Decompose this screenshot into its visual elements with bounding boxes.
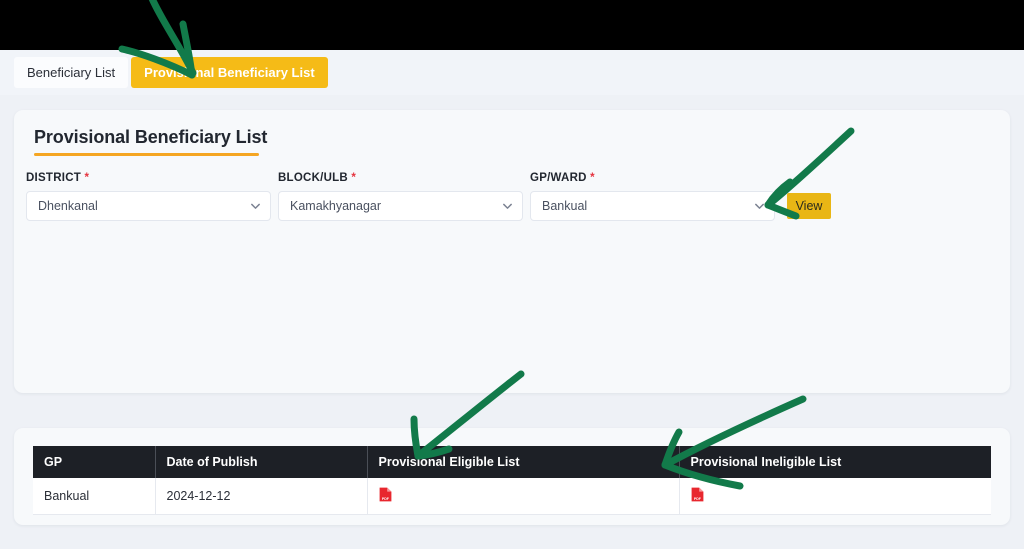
pdf-file-icon: PDF — [379, 487, 391, 502]
chevron-down-icon — [503, 203, 512, 209]
field-district-label: DISTRICT * — [26, 172, 90, 184]
table-head: GP Date of Publish Provisional Eligible … — [33, 446, 991, 478]
block-ulb-select[interactable]: Kamakhyanagar — [278, 191, 523, 221]
tab-provisional-beneficiary-list[interactable]: Provisional Beneficiary List — [131, 57, 328, 88]
cell-date-of-publish: 2024-12-12 — [155, 478, 368, 515]
block-ulb-select-value: Kamakhyanagar — [290, 199, 382, 213]
table-header-row: GP Date of Publish Provisional Eligible … — [33, 446, 991, 478]
provisional-beneficiary-form-card: Provisional Beneficiary List DISTRICT * … — [14, 110, 1010, 393]
view-button[interactable]: View — [787, 193, 831, 219]
cell-eligible-list: PDF — [367, 478, 680, 515]
svg-text:PDF: PDF — [693, 497, 701, 501]
page-title: Provisional Beneficiary List — [34, 127, 268, 147]
field-block-ulb-label: BLOCK/ULB * — [278, 172, 357, 184]
col-header-provisional-eligible-list: Provisional Eligible List — [367, 446, 680, 478]
pdf-icon-eligible-list[interactable]: PDF — [379, 487, 392, 502]
pdf-icon-ineligible-list[interactable]: PDF — [691, 487, 704, 502]
col-header-provisional-ineligible-list: Provisional Ineligible List — [679, 446, 991, 478]
district-select[interactable]: Dhenkanal — [26, 191, 271, 221]
col-header-gp: GP — [33, 446, 156, 478]
table-row: Bankual 2024-12-12 PDF PDF — [33, 478, 991, 515]
pdf-file-icon: PDF — [691, 487, 703, 502]
required-marker: * — [84, 172, 90, 184]
provisional-list-table: GP Date of Publish Provisional Eligible … — [33, 446, 991, 515]
chevron-down-icon — [755, 203, 764, 209]
cell-ineligible-list: PDF — [679, 478, 991, 515]
title-underline-rule — [34, 153, 259, 156]
field-gp-ward-label: GP/WARD * — [530, 172, 595, 184]
field-gp-ward: GP/WARD * Bankual — [530, 172, 775, 221]
field-district: DISTRICT * Dhenkanal — [26, 172, 271, 221]
field-block-ulb: BLOCK/ULB * Kamakhyanagar — [278, 172, 523, 221]
filter-form-row: DISTRICT * Dhenkanal BLOCK/ULB * Kamakhy… — [26, 172, 831, 221]
tab-strip: Beneficiary List Provisional Beneficiary… — [0, 50, 1024, 95]
gp-ward-select-value: Bankual — [542, 199, 588, 213]
cell-gp: Bankual — [33, 478, 156, 515]
tab-beneficiary-list-label: Beneficiary List — [27, 65, 116, 80]
required-marker: * — [351, 172, 357, 184]
col-header-date-of-publish: Date of Publish — [155, 446, 368, 478]
tab-provisional-beneficiary-list-label: Provisional Beneficiary List — [144, 65, 315, 80]
required-marker: * — [590, 172, 595, 184]
top-black-bar — [0, 0, 1024, 50]
results-table-wrapper: GP Date of Publish Provisional Eligible … — [33, 446, 991, 515]
district-select-value: Dhenkanal — [38, 199, 98, 213]
tab-beneficiary-list[interactable]: Beneficiary List — [14, 57, 129, 88]
gp-ward-select[interactable]: Bankual — [530, 191, 775, 221]
chevron-down-icon — [251, 203, 260, 209]
svg-text:PDF: PDF — [381, 497, 389, 501]
table-body: Bankual 2024-12-12 PDF PDF — [33, 478, 991, 515]
page-title-block: Provisional Beneficiary List — [34, 127, 267, 156]
results-table-card: GP Date of Publish Provisional Eligible … — [14, 428, 1010, 525]
